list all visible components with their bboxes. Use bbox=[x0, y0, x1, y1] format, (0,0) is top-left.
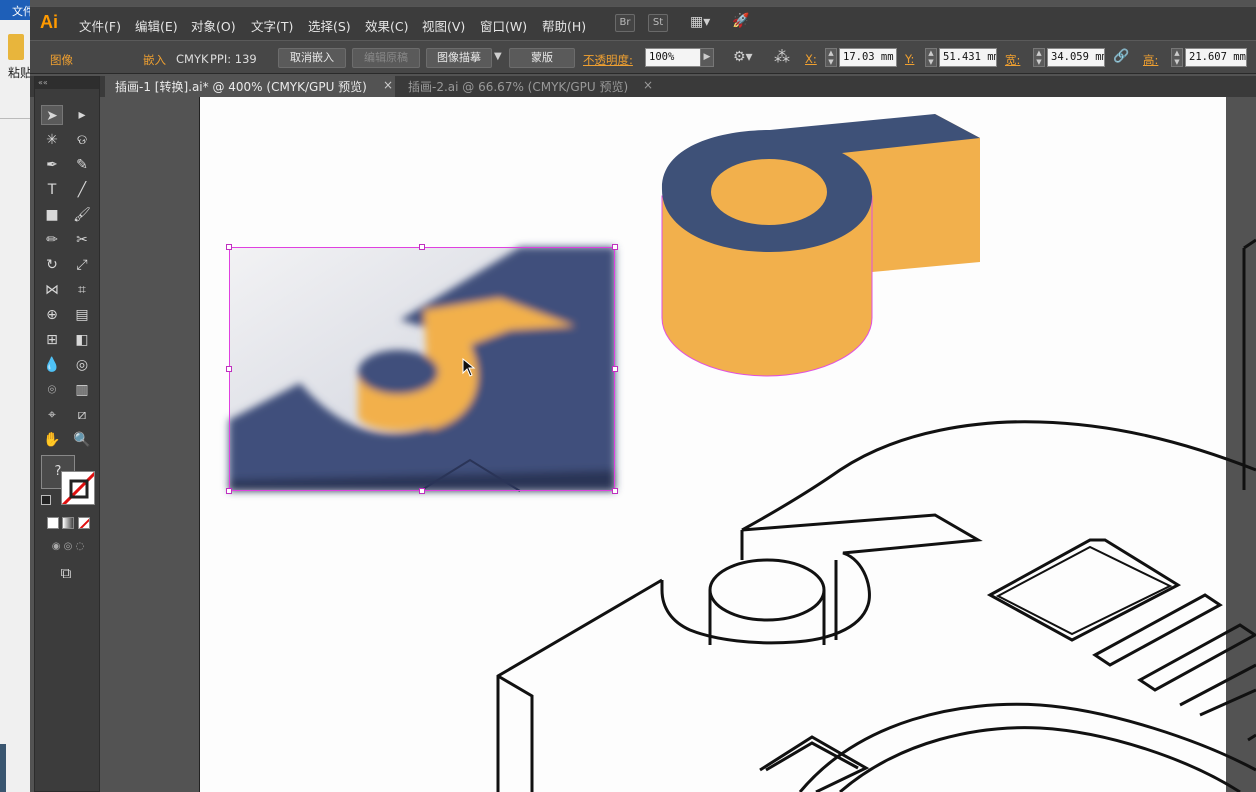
resize-handle[interactable] bbox=[612, 366, 618, 372]
resize-handle[interactable] bbox=[419, 488, 425, 494]
resize-handle[interactable] bbox=[226, 366, 232, 372]
selection-bounding-box[interactable] bbox=[229, 247, 615, 491]
resize-handle[interactable] bbox=[612, 488, 618, 494]
resize-handle[interactable] bbox=[226, 244, 232, 250]
resize-handle[interactable] bbox=[612, 244, 618, 250]
resize-handle[interactable] bbox=[419, 244, 425, 250]
colored-isometric-shape[interactable] bbox=[661, 114, 980, 377]
mouse-cursor-icon bbox=[462, 358, 476, 377]
resize-handle[interactable] bbox=[226, 488, 232, 494]
artwork[interactable] bbox=[0, 0, 1256, 792]
